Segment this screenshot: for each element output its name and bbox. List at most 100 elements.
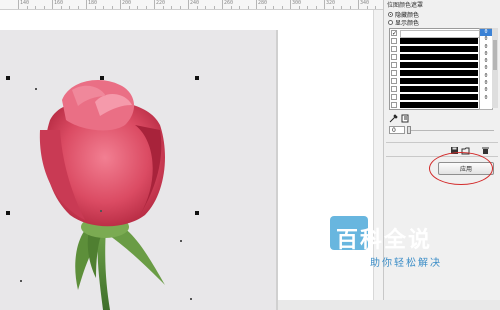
trash-icon[interactable]	[481, 146, 490, 155]
mask-color-checkbox[interactable]	[391, 54, 397, 60]
mask-color-checkbox[interactable]	[391, 62, 397, 68]
selection-handle-tl[interactable]	[6, 76, 10, 80]
drawing-workspace[interactable]	[0, 10, 383, 310]
mask-color-row[interactable]	[390, 45, 479, 53]
tolerance-value: 0	[484, 80, 488, 87]
watermark-title: 百科全说	[336, 228, 433, 253]
mask-color-row[interactable]	[390, 53, 479, 61]
mask-color-row[interactable]	[390, 69, 479, 77]
selection-handle-ml[interactable]	[6, 211, 10, 215]
watermark: 百科全说 助你轻松解决	[330, 212, 480, 274]
scroll-thumb[interactable]	[493, 40, 497, 70]
mask-color-swatch[interactable]	[400, 102, 478, 108]
tolerance-value: 0	[484, 58, 488, 65]
tolerance-column: 0000000000	[479, 28, 493, 110]
ruler-tick	[213, 6, 215, 9]
tolerance-value: 0	[484, 65, 488, 72]
mask-color-checkbox[interactable]	[391, 102, 397, 108]
mask-color-swatch[interactable]	[400, 38, 478, 44]
ruler-tick	[341, 6, 342, 9]
mask-color-checkbox[interactable]	[391, 38, 397, 44]
mask-color-swatch[interactable]	[400, 86, 478, 92]
ruler-tick	[281, 6, 283, 9]
ruler-tick	[145, 6, 147, 9]
center-marker	[100, 210, 102, 212]
mask-color-checkbox[interactable]	[391, 86, 397, 92]
ruler-tick	[273, 6, 274, 9]
color-list-scrollbar[interactable]	[492, 28, 498, 108]
mask-color-checkbox[interactable]	[391, 94, 397, 100]
ruler-tick-label: 260	[224, 0, 234, 6]
ruler-tick	[128, 6, 130, 9]
radio-dot[interactable]	[388, 20, 393, 25]
ruler-tick-label: 320	[326, 0, 336, 6]
node-dot	[35, 88, 37, 90]
radio-dot-selected[interactable]	[388, 12, 393, 17]
ruler-tick-label: 280	[258, 0, 268, 6]
ruler-tick	[35, 6, 36, 9]
ruler-tick	[179, 6, 181, 9]
mask-color-row[interactable]	[390, 85, 479, 93]
canvas-area: 140 160 180 200 220 240 260 280 300 320 340	[0, 0, 385, 310]
node-dot	[180, 240, 182, 242]
color-edit-icon[interactable]	[401, 114, 410, 123]
mask-color-checkbox[interactable]: ✓	[391, 30, 397, 37]
ruler-tick	[43, 6, 45, 9]
mask-color-swatch[interactable]	[400, 62, 478, 68]
mask-color-row[interactable]	[390, 77, 479, 85]
ruler-tick	[162, 6, 164, 9]
mask-color-row[interactable]: ✓	[390, 29, 479, 38]
ruler-tick	[86, 0, 87, 9]
mask-color-checkbox[interactable]	[391, 70, 397, 76]
eyedropper-icon[interactable]	[389, 114, 398, 123]
ruler-tick-label: 220	[156, 0, 166, 6]
mask-color-row[interactable]	[390, 101, 479, 109]
mask-color-checkbox[interactable]	[391, 78, 397, 84]
ruler-tick	[375, 6, 376, 9]
selection-handle-tc[interactable]	[100, 76, 104, 80]
ruler-tick	[324, 0, 325, 9]
tolerance-slider-track[interactable]	[409, 130, 494, 131]
mask-color-checkbox[interactable]	[391, 46, 397, 52]
mask-color-swatch[interactable]	[400, 54, 478, 60]
ruler-tick	[196, 6, 198, 9]
mask-color-row[interactable]	[390, 93, 479, 101]
horizontal-ruler[interactable]: 140 160 180 200 220 240 260 280 300 320 340	[0, 0, 385, 10]
mask-color-swatch[interactable]	[400, 78, 478, 84]
mask-color-swatch[interactable]	[400, 94, 478, 100]
radio-show-colors[interactable]: 显示颜色	[388, 18, 419, 27]
tolerance-slider-thumb[interactable]	[407, 126, 411, 134]
ruler-tick	[205, 6, 206, 9]
ruler-tick	[18, 0, 19, 9]
ruler-tick	[315, 6, 317, 9]
tolerance-value: 0	[484, 36, 488, 43]
mask-color-swatch[interactable]	[400, 70, 478, 76]
mask-color-row[interactable]	[390, 37, 479, 45]
mask-color-row[interactable]	[390, 61, 479, 69]
ruler-tick	[332, 6, 334, 9]
ruler-tick	[137, 6, 138, 9]
ruler-tick	[307, 6, 308, 9]
tolerance-input[interactable]: 0	[389, 126, 405, 134]
tolerance-value: 0	[484, 43, 488, 50]
mask-color-list[interactable]: ✓	[389, 28, 480, 110]
ruler-tick-label: 300	[292, 0, 302, 6]
ruler-tick-label: 180	[88, 0, 98, 6]
ruler-tick-label: 160	[54, 0, 64, 6]
ruler-tick	[256, 0, 257, 9]
ruler-tick-label: 140	[20, 0, 30, 6]
ruler-tick	[69, 6, 70, 9]
selection-handle-mr[interactable]	[195, 211, 199, 215]
ruler-tick	[171, 6, 172, 9]
ruler-tick	[111, 6, 113, 9]
rose-image[interactable]	[0, 30, 276, 310]
document-page[interactable]	[0, 30, 276, 310]
ruler-tick	[230, 6, 232, 9]
ruler-tick-label: 240	[190, 0, 200, 6]
selection-handle-tr[interactable]	[195, 76, 199, 80]
ruler-tick	[154, 0, 155, 9]
ruler-tick	[26, 6, 28, 9]
ruler-tick	[358, 0, 359, 9]
ruler-tick-label: 340	[360, 0, 370, 6]
mask-color-swatch[interactable]	[400, 46, 478, 52]
